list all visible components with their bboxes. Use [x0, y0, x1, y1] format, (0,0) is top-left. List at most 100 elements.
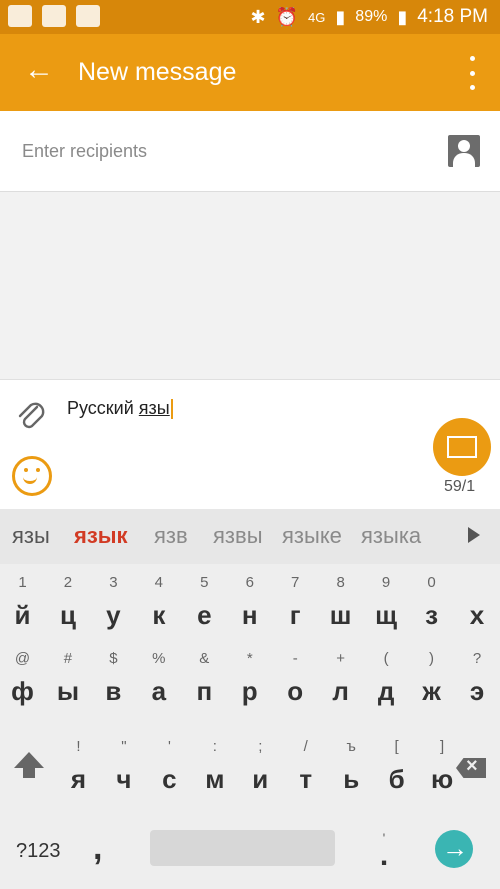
- key-label: ш: [329, 600, 352, 630]
- key-hint: *: [246, 650, 253, 667]
- keyboard-key[interactable]: ъь: [329, 728, 374, 798]
- keyboard-key[interactable]: * р: [227, 640, 272, 710]
- shift-key-icon[interactable]: [14, 752, 44, 782]
- key-label: ь: [343, 764, 360, 794]
- key-hint: 2: [63, 574, 73, 591]
- keyboard-key[interactable]: 1й: [0, 564, 45, 634]
- keyboard-key[interactable]: ? э: [455, 640, 500, 710]
- keyboard-key[interactable]: 8ш: [318, 564, 363, 634]
- key-hint: 5: [200, 574, 209, 591]
- key-label: щ: [375, 600, 398, 630]
- key-hint: ;: [258, 738, 263, 755]
- signal-icon: ▮: [335, 6, 346, 27]
- character-counter: 59/1: [444, 478, 476, 495]
- key-label: а: [151, 676, 167, 706]
- message-input[interactable]: Русский язы: [67, 398, 173, 420]
- compose-area: Русский язы 59/1: [0, 379, 500, 510]
- symbols-key[interactable]: ?123: [16, 840, 61, 863]
- suggestion-item[interactable]: языке: [282, 523, 342, 549]
- keyboard-key[interactable]: 3у: [91, 564, 136, 634]
- keyboard-key[interactable]: & п: [182, 640, 227, 710]
- key-hint: !: [76, 738, 81, 755]
- key-hint: 4: [154, 574, 164, 591]
- comma-key[interactable]: ,: [93, 829, 102, 868]
- key-label: о: [287, 676, 304, 706]
- keyboard-key[interactable]: / т: [283, 728, 328, 798]
- keyboard-key[interactable]: ' с: [147, 728, 192, 798]
- suggestion-item[interactable]: язвы: [213, 523, 263, 549]
- alarm-icon: ⏰: [275, 6, 299, 27]
- keyboard-key[interactable]: 2ц: [45, 564, 90, 634]
- keyboard-key[interactable]: $ в: [91, 640, 136, 710]
- send-button[interactable]: [433, 418, 491, 476]
- message-composing-word: язы: [138, 398, 170, 418]
- suggestion-item[interactable]: языка: [361, 523, 421, 549]
- keyboard-key[interactable]: :м: [192, 728, 237, 798]
- keyboard-key[interactable]: (д: [364, 640, 409, 710]
- key-hint: ": [121, 738, 127, 755]
- key-hint: #: [63, 650, 73, 667]
- enter-key-icon[interactable]: [435, 830, 473, 868]
- key-label: з: [425, 600, 439, 630]
- bluetooth-icon: ✱: [250, 6, 266, 27]
- key-hint: 0: [427, 574, 436, 591]
- recipients-bar: Enter recipients: [0, 111, 500, 192]
- expand-suggestions-icon[interactable]: [468, 527, 480, 543]
- keyboard-key[interactable]: 0з: [409, 564, 454, 634]
- key-hint: 9: [381, 574, 391, 591]
- key-hint: 6: [245, 574, 254, 591]
- keyboard-key[interactable]: ) ж: [409, 640, 454, 710]
- key-label: в: [105, 676, 122, 706]
- keyboard-key[interactable]: # ы: [45, 640, 90, 710]
- keyboard-key[interactable]: [б: [374, 728, 419, 798]
- contact-picker-icon[interactable]: [448, 135, 480, 167]
- attach-paperclip-icon[interactable]: [14, 398, 48, 432]
- key-label: м: [205, 764, 225, 794]
- key-hint: ': [167, 738, 171, 755]
- keyboard-key[interactable]: ! я: [56, 728, 101, 798]
- key-hint: /: [303, 738, 308, 755]
- battery-percent: 89%: [355, 8, 388, 25]
- keyboard-key[interactable]: " ч: [101, 728, 146, 798]
- keyboard-key[interactable]: ] ю: [420, 728, 465, 798]
- key-label: к: [152, 600, 166, 630]
- keyboard-key[interactable]: % а: [136, 640, 181, 710]
- key-label: д: [377, 676, 395, 706]
- keyboard-key[interactable]: -о: [273, 640, 318, 710]
- key-hint: (: [383, 650, 389, 667]
- key-label: ж: [422, 676, 441, 706]
- space-key[interactable]: [150, 830, 335, 866]
- suggestion-item[interactable]: язык: [74, 523, 128, 549]
- key-hint: -: [292, 650, 298, 667]
- key-hint: [: [394, 738, 399, 755]
- more-options-icon[interactable]: [466, 56, 478, 90]
- key-hint: &: [199, 650, 210, 667]
- suggestion-item[interactable]: язв: [154, 523, 188, 549]
- mail-notification-icon: [8, 5, 32, 27]
- key-hint: ?: [472, 650, 482, 667]
- keyboard-key[interactable]: 5е: [182, 564, 227, 634]
- key-label: р: [241, 676, 258, 706]
- keyboard-key[interactable]: 4к: [136, 564, 181, 634]
- keyboard-key[interactable]: + л: [318, 640, 363, 710]
- keyboard-key[interactable]: @ ф: [0, 640, 45, 710]
- keyboard-key[interactable]: 7г: [273, 564, 318, 634]
- back-arrow-icon[interactable]: ←: [24, 54, 56, 86]
- key-label: ы: [56, 676, 80, 706]
- keyboard-key[interactable]: х: [455, 564, 500, 634]
- key-hint: 8: [336, 574, 345, 591]
- period-key[interactable]: ' .: [374, 830, 394, 871]
- message-text: Русский: [67, 398, 139, 418]
- recipients-input[interactable]: Enter recipients: [22, 141, 147, 162]
- key-label: я: [70, 764, 87, 794]
- key-label: с: [162, 764, 177, 794]
- keyboard-key[interactable]: 9щ: [364, 564, 409, 634]
- key-label: х: [469, 600, 485, 630]
- key-label: т: [299, 764, 313, 794]
- suggestion-item[interactable]: язы: [12, 523, 50, 549]
- keyboard-key[interactable]: 6н: [227, 564, 272, 634]
- emoji-smiley-icon[interactable]: [12, 456, 52, 496]
- keyboard-key[interactable]: ; и: [238, 728, 283, 798]
- key-hint: @: [14, 650, 31, 667]
- key-hint: 3: [109, 574, 118, 591]
